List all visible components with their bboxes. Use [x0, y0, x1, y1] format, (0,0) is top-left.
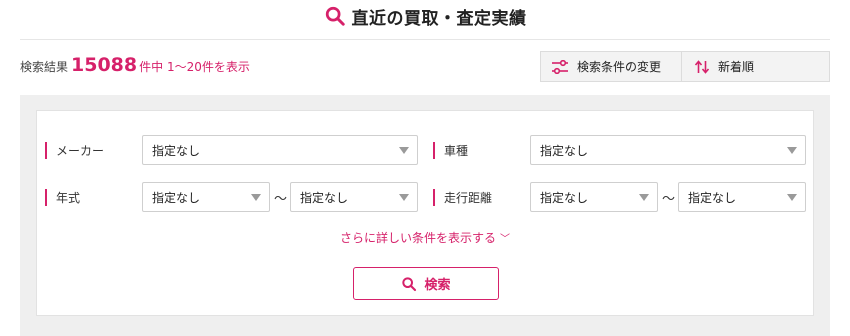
label-accent-bar: [45, 141, 47, 159]
sort-toolbar: 検索条件の変更 新着順: [540, 51, 830, 82]
model-label: 車種: [433, 141, 468, 159]
maker-label-text: メーカー: [56, 143, 105, 158]
maker-select-value: 指定なし: [152, 143, 201, 158]
page-title: 直近の買取・査定実績: [351, 8, 527, 29]
model-label-text: 車種: [444, 143, 469, 158]
result-range: 件中 1〜20件を表示: [139, 60, 250, 74]
result-summary: 検索結果 15088 件中 1〜20件を表示: [20, 54, 250, 82]
mileage-range-separator: 〜: [662, 192, 676, 207]
page-header: 直近の買取・査定実績: [0, 0, 850, 32]
result-label: 検索結果: [20, 60, 69, 74]
search-icon: [402, 276, 417, 291]
year-range-separator: 〜: [274, 192, 288, 207]
search-form: メーカー 指定なし 車種 指定なし 年式 指定なし 〜 指定なし 走行距離 指定…: [36, 110, 814, 316]
search-button-label: 検索: [424, 278, 451, 293]
label-accent-bar: [433, 141, 435, 159]
title-divider: [20, 39, 830, 40]
year-label: 年式: [45, 188, 80, 206]
more-conditions-label: さらに詳しい条件を表示する: [339, 231, 496, 245]
result-count: 15088: [71, 54, 138, 76]
year-to-value: 指定なし: [300, 190, 349, 205]
sort-order-button[interactable]: 新着順: [682, 52, 829, 81]
maker-label: メーカー: [45, 141, 104, 159]
dropdown-arrow-icon: [399, 194, 409, 201]
dropdown-arrow-icon: [787, 147, 797, 154]
search-panel: メーカー 指定なし 車種 指定なし 年式 指定なし 〜 指定なし 走行距離 指定…: [20, 95, 830, 336]
mileage-from-select[interactable]: 指定なし: [530, 182, 658, 212]
mileage-label-text: 走行距離: [444, 190, 493, 205]
label-accent-bar: [433, 188, 435, 206]
year-label-text: 年式: [56, 190, 81, 205]
year-to-select[interactable]: 指定なし: [290, 182, 418, 212]
search-button[interactable]: 検索: [353, 267, 499, 300]
dropdown-arrow-icon: [251, 194, 261, 201]
dropdown-arrow-icon: [787, 194, 797, 201]
mileage-to-select[interactable]: 指定なし: [678, 182, 806, 212]
search-icon: [325, 6, 345, 26]
mileage-to-value: 指定なし: [688, 190, 737, 205]
change-conditions-button[interactable]: 検索条件の変更: [541, 52, 682, 81]
year-from-value: 指定なし: [152, 190, 201, 205]
dropdown-arrow-icon: [399, 147, 409, 154]
dropdown-arrow-icon: [639, 194, 649, 201]
label-accent-bar: [45, 188, 47, 206]
mileage-label: 走行距離: [433, 188, 492, 206]
chevron-down-icon: ﹀: [500, 234, 510, 245]
sort-order-label: 新着順: [718, 60, 755, 74]
year-from-select[interactable]: 指定なし: [142, 182, 270, 212]
change-conditions-label: 検索条件の変更: [577, 60, 662, 74]
maker-select[interactable]: 指定なし: [142, 135, 418, 165]
model-select-value: 指定なし: [540, 143, 589, 158]
sliders-icon: [552, 59, 568, 74]
sort-arrows-icon: [694, 59, 710, 74]
model-select[interactable]: 指定なし: [530, 135, 806, 165]
mileage-from-value: 指定なし: [540, 190, 589, 205]
more-conditions-link[interactable]: さらに詳しい条件を表示する ﹀: [37, 229, 813, 246]
